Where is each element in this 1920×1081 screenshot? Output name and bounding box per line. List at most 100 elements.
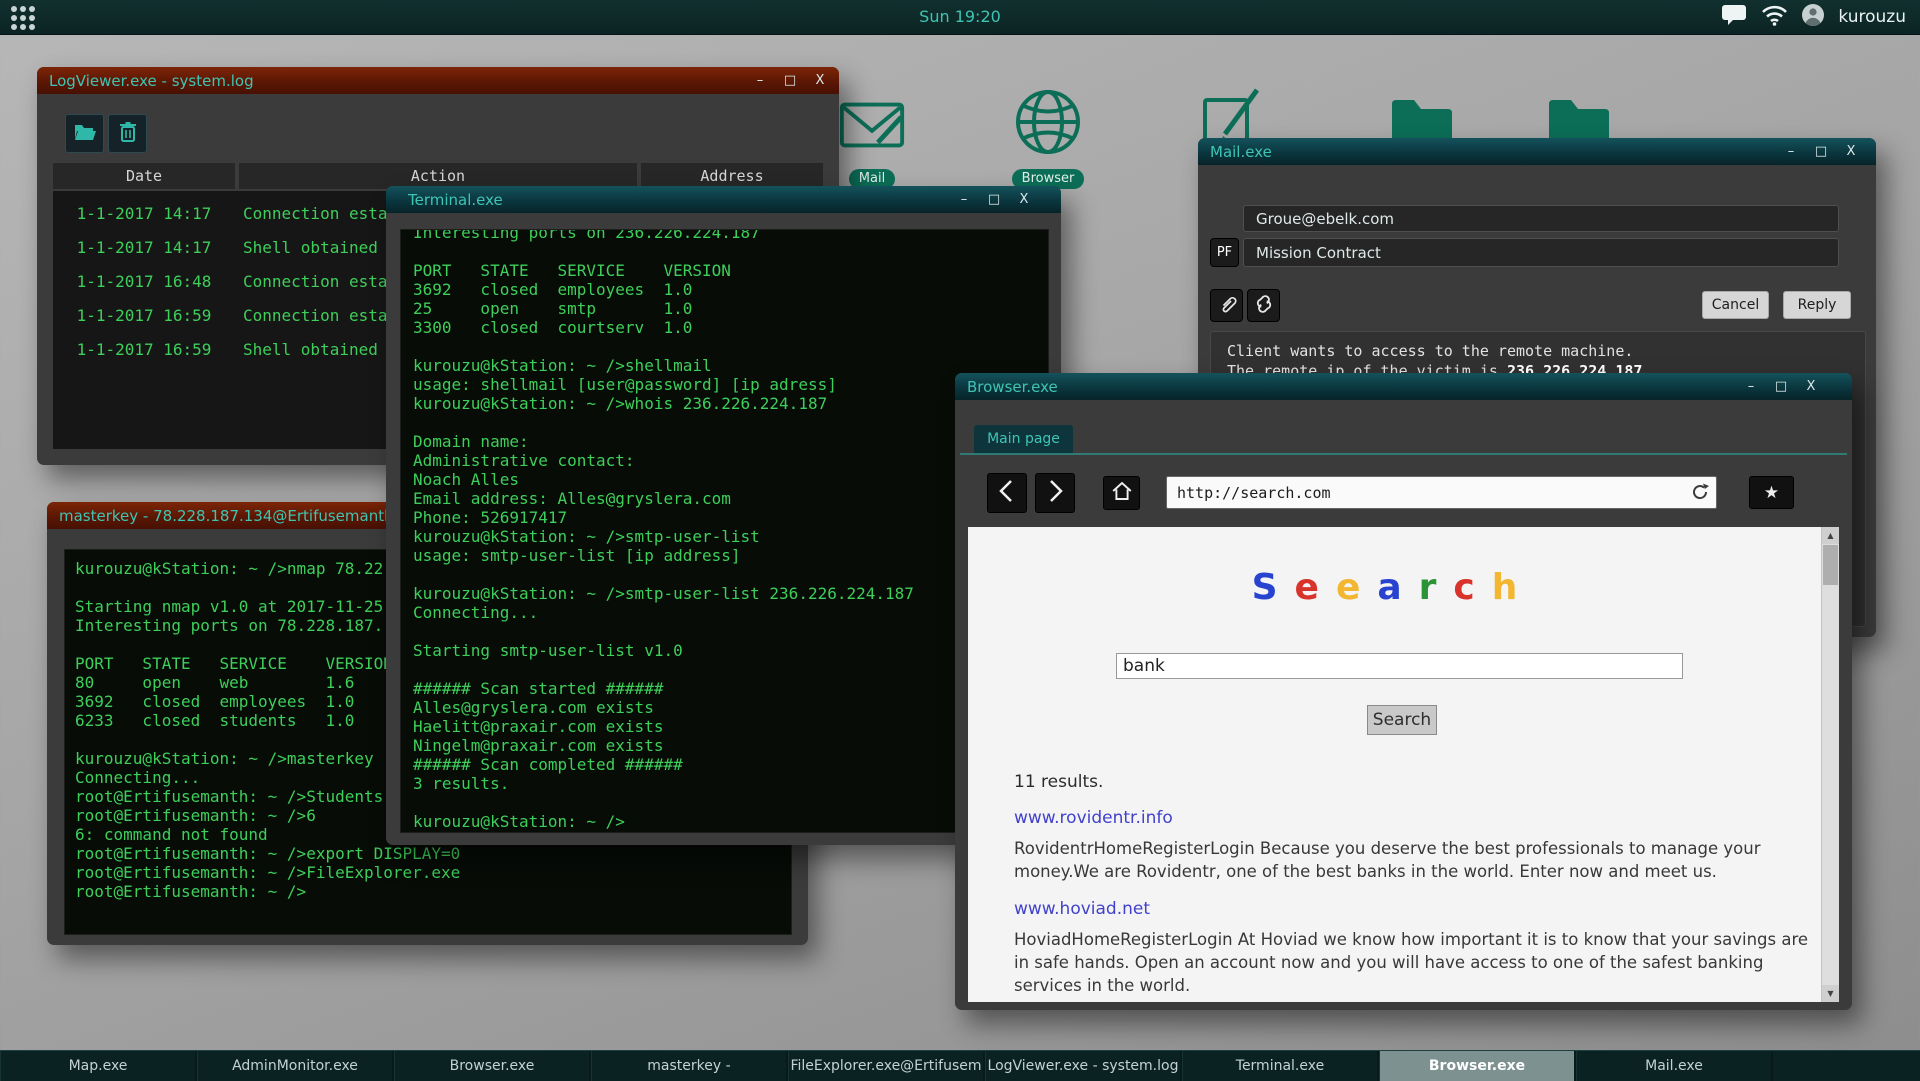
open-log-button[interactable]: [65, 114, 104, 153]
logo-letter: c: [1453, 567, 1491, 608]
page-search-input[interactable]: [1116, 653, 1683, 679]
chevron-left-icon: [988, 472, 1026, 514]
open-folder-icon: [73, 121, 97, 147]
tab-main-page[interactable]: Main page: [974, 425, 1073, 453]
scrollbar[interactable]: ▲ ▼: [1821, 527, 1839, 1002]
result-snippet: RovidentrHomeRegisterLogin Because you d…: [1014, 837, 1814, 883]
result-snippet: HoviadHomeRegisterLogin At Hoviad we kno…: [1014, 928, 1814, 997]
maximize-icon[interactable]: □: [1774, 373, 1788, 400]
mail-from-field[interactable]: Groue@ebelk.com: [1243, 205, 1839, 232]
mail-title: Mail.exe: [1210, 143, 1272, 161]
close-icon[interactable]: X: [1017, 186, 1031, 213]
username[interactable]: kurouzu: [1838, 7, 1906, 27]
log-date: 1-1-2017 16:59: [53, 299, 235, 333]
minimize-icon[interactable]: –: [753, 67, 767, 94]
terminal-text: Interesting ports on 236.226.224.187 POR…: [401, 229, 1048, 831]
result-link[interactable]: www.rovidentr.info: [1014, 808, 1173, 828]
avatar-icon[interactable]: [1802, 4, 1824, 30]
clock: Sun 19:20: [0, 0, 1920, 34]
chevron-right-icon: [1036, 472, 1074, 514]
paperclip-icon: [1216, 293, 1238, 319]
logo-letter: r: [1419, 567, 1454, 608]
log-date: 1-1-2017 14:17: [53, 231, 235, 265]
result-link[interactable]: www.hoviad.net: [1014, 899, 1150, 919]
close-icon[interactable]: X: [1844, 138, 1858, 165]
logo-letter: e: [1336, 567, 1377, 608]
logo-letter: e: [1295, 567, 1336, 608]
browser-title: Browser.exe: [967, 378, 1058, 396]
home-icon: [1109, 479, 1135, 507]
taskbar: Map.exe AdminMonitor.exe Browser.exe mas…: [0, 1050, 1920, 1081]
mail-envelope-icon: [837, 88, 907, 164]
log-action: Shell obtained: [243, 231, 378, 265]
close-icon[interactable]: X: [1804, 373, 1818, 400]
taskbar-item-terminal[interactable]: Terminal.exe: [1182, 1051, 1379, 1081]
logo-letter: a: [1377, 567, 1418, 608]
mail-pf-button[interactable]: PF: [1210, 238, 1239, 267]
taskbar-item-browser-1[interactable]: Browser.exe: [394, 1051, 591, 1081]
trash-icon: [118, 120, 138, 148]
taskbar-item-map[interactable]: Map.exe: [0, 1051, 197, 1081]
seearch-logo: Seearch: [968, 567, 1818, 608]
page-search-button[interactable]: Search: [1367, 705, 1437, 735]
desktop-icon-mail[interactable]: Mail: [836, 88, 908, 189]
home-button[interactable]: [1103, 476, 1140, 510]
logo-letter: S: [1252, 567, 1295, 608]
log-action: Shell obtained: [243, 333, 378, 367]
taskbar-item-masterkey[interactable]: masterkey -: [591, 1051, 788, 1081]
log-action: Connection esta: [243, 299, 388, 333]
taskbar-item-mail[interactable]: Mail.exe: [1576, 1051, 1773, 1081]
link-icon: [1253, 293, 1275, 319]
logo-letter: h: [1492, 567, 1535, 608]
column-header-date: Date: [53, 163, 235, 189]
terminal-output[interactable]: Interesting ports on 236.226.224.187 POR…: [400, 229, 1049, 833]
taskbar-item-fileexplorer[interactable]: FileExplorer.exe@Ertifusem: [788, 1051, 985, 1081]
mail-subject-field[interactable]: Mission Contract: [1243, 238, 1839, 267]
minimize-icon[interactable]: –: [1744, 373, 1758, 400]
taskbar-item-logviewer[interactable]: LogViewer.exe - system.log: [985, 1051, 1182, 1081]
scroll-up-icon[interactable]: ▲: [1822, 527, 1839, 544]
mail-titlebar[interactable]: Mail.exe – □ X: [1198, 138, 1876, 165]
taskbar-item-adminmonitor[interactable]: AdminMonitor.exe: [197, 1051, 394, 1081]
log-action: Connection esta: [243, 265, 388, 299]
chat-icon[interactable]: [1721, 4, 1747, 30]
browser-page: Seearch Search 11 results. www.rovidentr…: [968, 527, 1839, 1002]
log-date: 1-1-2017 16:48: [53, 265, 235, 299]
back-button[interactable]: [987, 473, 1027, 513]
terminal-title: Terminal.exe: [398, 191, 503, 209]
reply-button[interactable]: Reply: [1783, 291, 1851, 319]
tab-underline: [960, 453, 1847, 455]
maximize-icon[interactable]: □: [987, 186, 1001, 213]
desktop-icon-browser[interactable]: Browser: [1008, 84, 1088, 189]
log-date: 1-1-2017 14:17: [53, 197, 235, 231]
forward-button[interactable]: [1035, 473, 1075, 513]
scroll-down-icon[interactable]: ▼: [1822, 985, 1839, 1002]
masterkey-title: masterkey - 78.228.187.134@Ertifusemanth: [59, 507, 394, 525]
mail-attach-button[interactable]: [1210, 289, 1243, 322]
minimize-icon[interactable]: –: [957, 186, 971, 213]
globe-icon: [1010, 84, 1086, 164]
bookmark-star-button[interactable]: ★: [1749, 476, 1794, 509]
maximize-icon[interactable]: □: [1814, 138, 1828, 165]
wifi-icon[interactable]: [1761, 4, 1788, 30]
minimize-icon[interactable]: –: [1784, 138, 1798, 165]
cancel-button[interactable]: Cancel: [1702, 291, 1769, 319]
taskbar-item-browser-2-active[interactable]: Browser.exe: [1379, 1051, 1576, 1081]
clear-log-button[interactable]: [108, 114, 147, 153]
log-date: 1-1-2017 16:59: [53, 333, 235, 367]
log-action: Connection esta: [243, 197, 388, 231]
refresh-icon[interactable]: [1690, 482, 1710, 506]
logviewer-title: LogViewer.exe - system.log: [49, 72, 254, 90]
url-input[interactable]: [1167, 477, 1716, 508]
mail-link-button[interactable]: [1247, 289, 1280, 322]
close-icon[interactable]: X: [813, 67, 827, 94]
window-browser: Browser.exe – □ X Main page: [955, 373, 1852, 1010]
scrollbar-thumb[interactable]: [1823, 545, 1838, 585]
top-bar: Sun 19:20 kurouzu: [0, 0, 1920, 35]
url-bar[interactable]: [1166, 476, 1717, 509]
browser-titlebar[interactable]: Browser.exe – □ X: [955, 373, 1852, 400]
results-count: 11 results.: [1014, 772, 1103, 792]
logviewer-titlebar[interactable]: LogViewer.exe - system.log – □ X: [37, 67, 839, 94]
terminal-titlebar[interactable]: Terminal.exe – □ X: [386, 186, 1061, 213]
maximize-icon[interactable]: □: [783, 67, 797, 94]
